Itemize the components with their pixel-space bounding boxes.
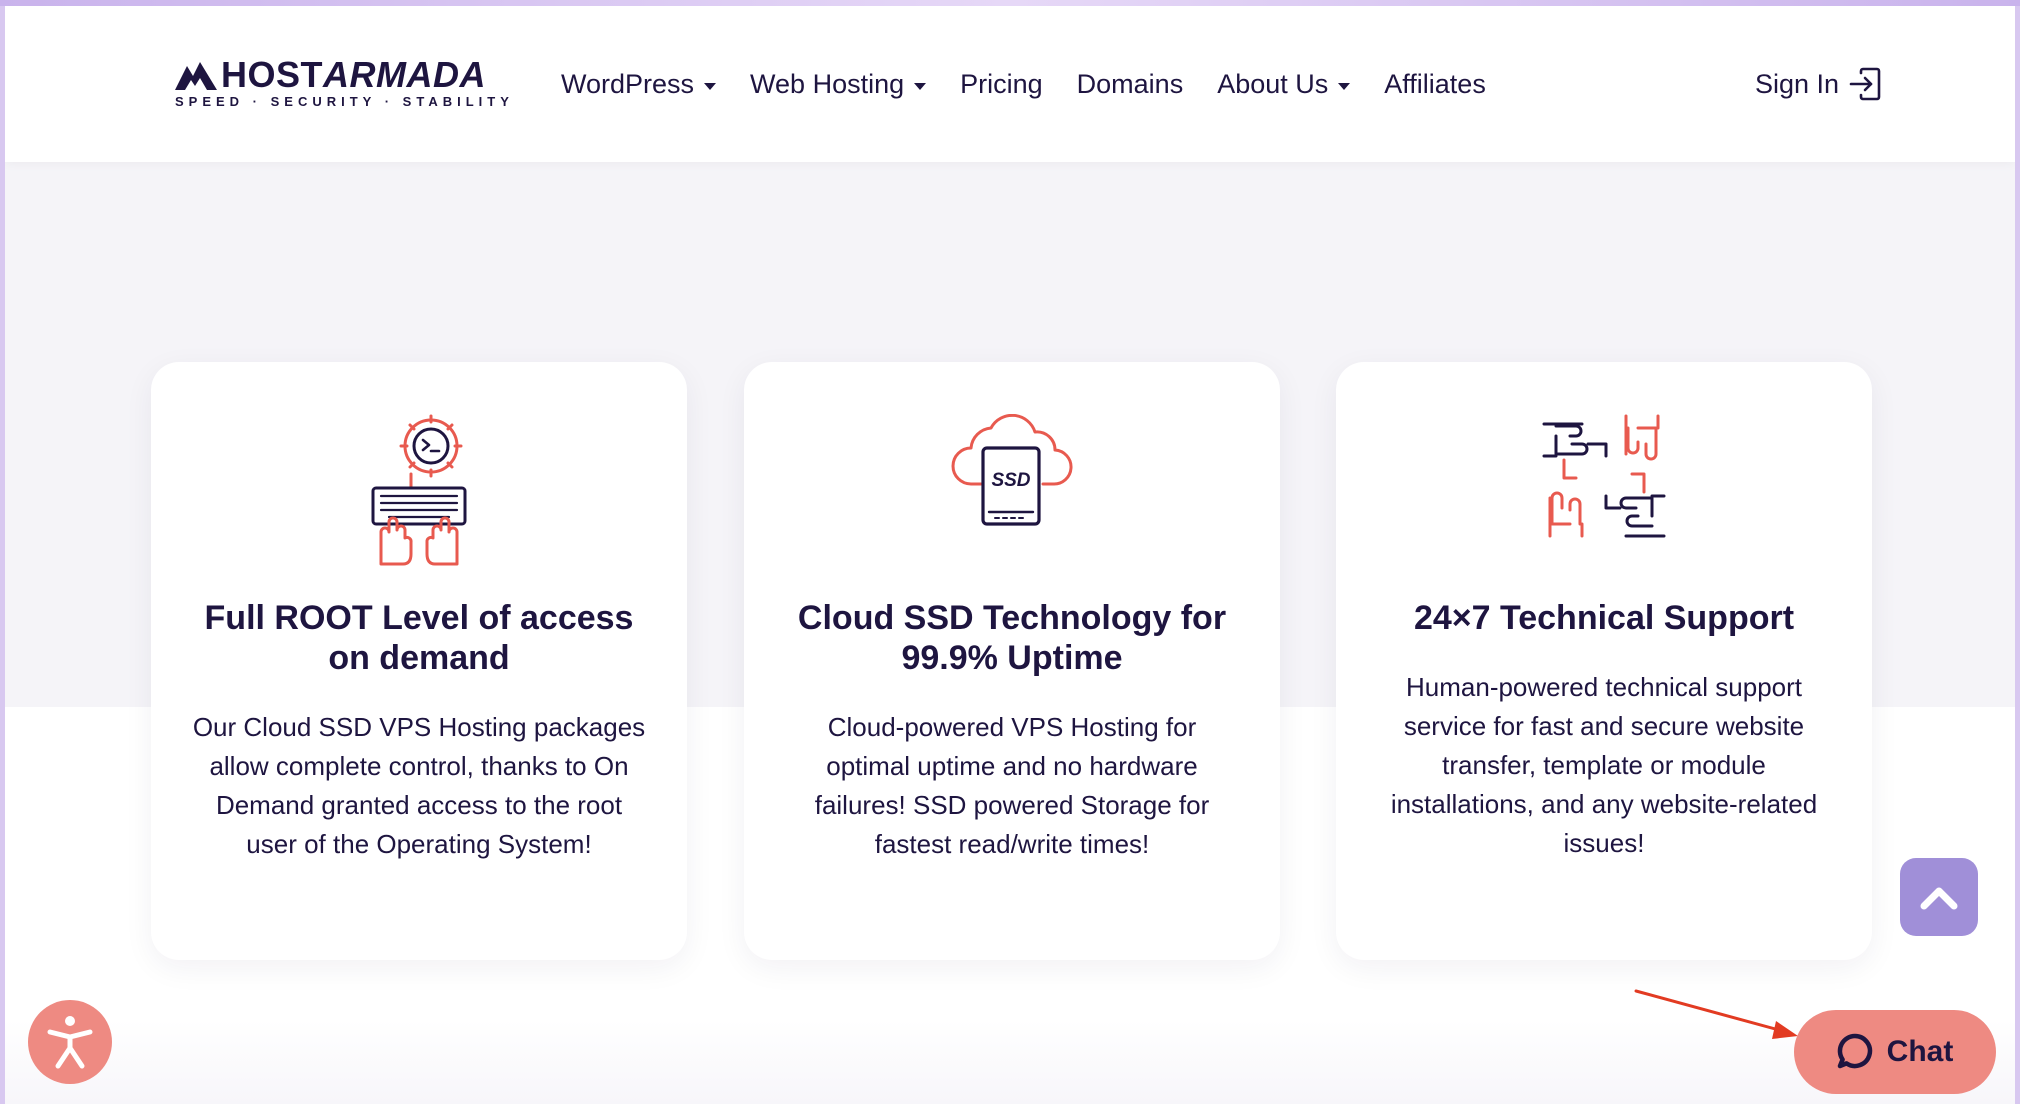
support-hands-icon	[1542, 414, 1666, 538]
main-nav: WordPress Web Hosting Pricing Domains Ab…	[561, 62, 1520, 106]
chat-button[interactable]: Chat	[1794, 1010, 1996, 1094]
cloud-ssd-icon: SSD	[951, 414, 1073, 526]
logo-tagline: SPEED · SECURITY · STABILITY	[175, 94, 514, 109]
nav-pricing[interactable]: Pricing	[960, 69, 1043, 100]
feature-title: Full ROOT Level of access on demand	[204, 599, 634, 677]
sign-in-icon	[1849, 67, 1881, 101]
feature-title: Cloud SSD Technology for 99.9% Uptime	[797, 599, 1227, 677]
annotation-arrow-icon	[1634, 989, 1798, 1039]
nav-wordpress[interactable]: WordPress	[561, 69, 717, 100]
chat-bubble-icon	[1837, 1033, 1872, 1069]
nav-web-hosting[interactable]: Web Hosting	[750, 69, 927, 100]
feature-card-support: 24×7 Technical Support Human-powered tec…	[1336, 362, 1872, 960]
feature-text: Our Cloud SSD VPS Hosting packages allow…	[192, 712, 646, 859]
logo-mountain-icon	[175, 62, 217, 90]
nav-affiliates[interactable]: Affiliates	[1384, 69, 1486, 100]
top-accent-line	[0, 0, 2020, 6]
hostarmada-logo[interactable]: HOSTARMADA SPEED · SECURITY · STABILITY	[173, 54, 509, 114]
feature-title: 24×7 Technical Support	[1413, 599, 1795, 637]
sign-in-link[interactable]: Sign In	[1755, 62, 1881, 106]
sign-in-label: Sign In	[1755, 68, 1840, 99]
root-access-keyboard-gear-icon	[371, 414, 467, 566]
feature-card-root-access: Full ROOT Level of access on demand Our …	[151, 362, 687, 960]
ssd-icon-label: SSD	[991, 470, 1030, 491]
chevron-down-icon	[704, 82, 717, 90]
chevron-down-icon	[1338, 82, 1351, 90]
feature-text: Cloud-powered VPS Hosting for optimal up…	[814, 712, 1210, 859]
scroll-to-top-button[interactable]	[1900, 858, 1978, 936]
nav-about-us[interactable]: About Us	[1217, 69, 1351, 100]
logo-wordmark: HOSTARMADA	[221, 54, 486, 95]
feature-card-cloud-ssd: SSD Cloud SSD Technology for 99.9% Uptim…	[744, 362, 1280, 960]
accessibility-button[interactable]	[28, 1000, 112, 1084]
nav-domains[interactable]: Domains	[1077, 69, 1184, 100]
site-header: HOSTARMADA SPEED · SECURITY · STABILITY …	[5, 6, 2015, 162]
accessibility-icon	[47, 1016, 93, 1069]
chat-label: Chat	[1886, 1035, 1954, 1068]
feature-text: Human-powered technical support service …	[1390, 672, 1818, 858]
chevron-up-icon	[1920, 887, 1958, 910]
chevron-down-icon	[914, 82, 927, 90]
